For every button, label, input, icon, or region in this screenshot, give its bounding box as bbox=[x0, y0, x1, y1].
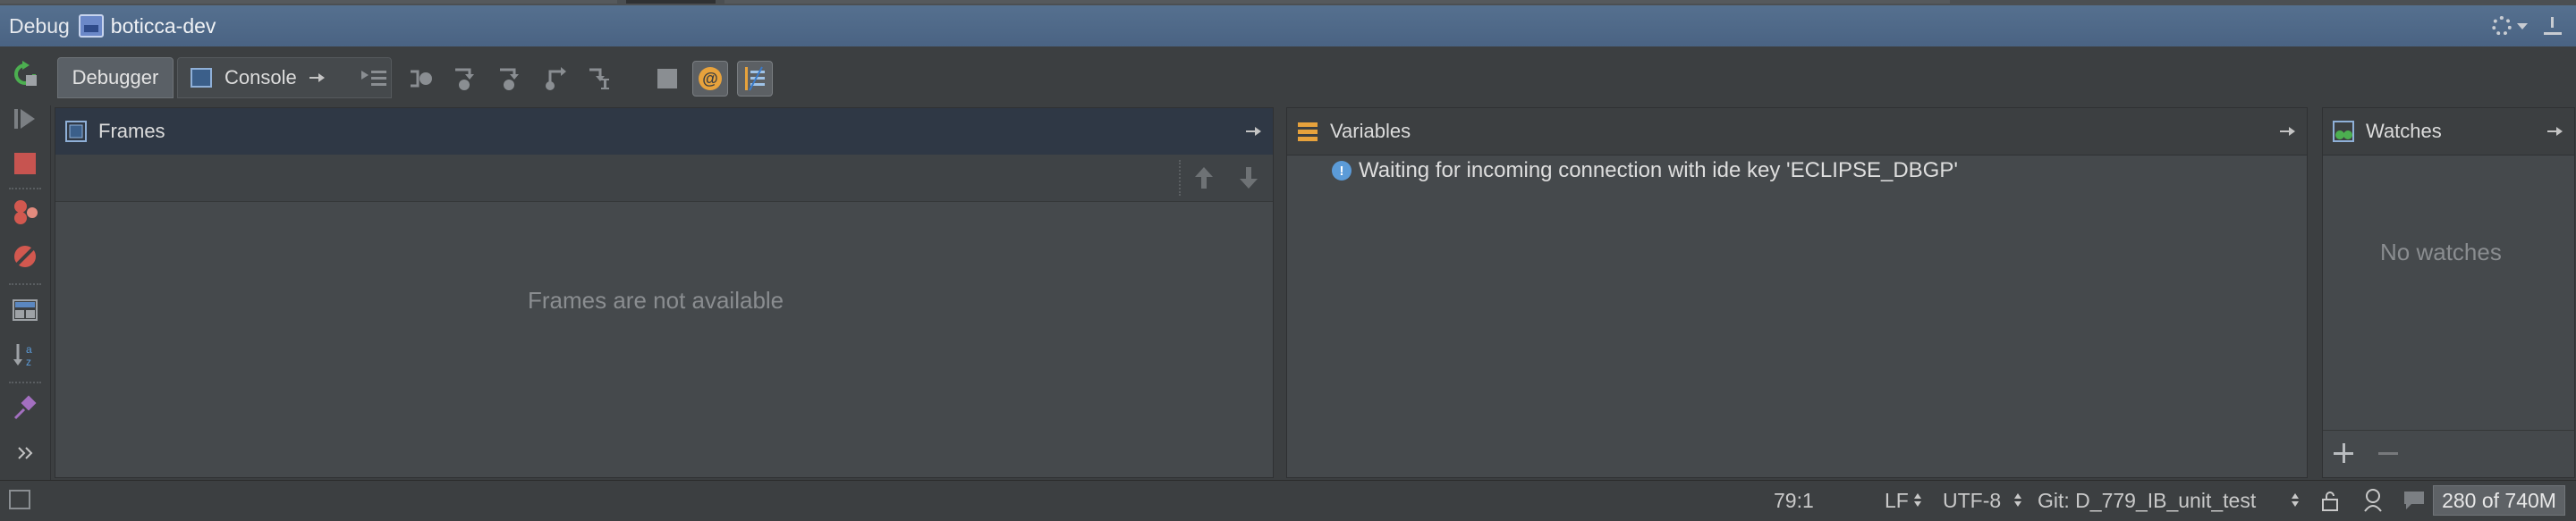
toolbar-separator bbox=[9, 188, 41, 189]
title-bar-actions bbox=[2492, 5, 2576, 46]
listen-connections-icon bbox=[745, 66, 765, 91]
status-bar: 79:1 LF UTF-8 Git: D_779_IB_unit_test 28… bbox=[0, 480, 2576, 521]
top-strip-segment-active bbox=[626, 0, 716, 4]
arrow-up-icon[interactable] bbox=[1193, 167, 1215, 189]
frames-panel: Frames Frames are not available bbox=[55, 107, 1274, 478]
frames-panel-header: Frames bbox=[55, 108, 1273, 155]
chevron-down-icon[interactable] bbox=[2517, 22, 2528, 29]
watches-empty-message: No watches bbox=[2380, 239, 2502, 265]
variables-panel-header: Variables bbox=[1287, 108, 2307, 155]
step-over-button[interactable] bbox=[402, 61, 438, 97]
line-separator[interactable]: LF bbox=[1885, 489, 1909, 513]
frames-panel-title: Frames bbox=[98, 120, 165, 142]
pin-panel-icon[interactable] bbox=[1246, 126, 1266, 137]
pin-panel-icon[interactable] bbox=[2547, 126, 2567, 137]
rerun-icon[interactable] bbox=[12, 61, 38, 88]
watches-panel-title: Watches bbox=[2366, 120, 2442, 142]
pin-panel-icon[interactable] bbox=[2280, 126, 2300, 137]
mute-breakpoints-icon[interactable] bbox=[12, 243, 38, 270]
tab-debugger[interactable]: Debugger bbox=[57, 57, 174, 98]
run-to-cursor-button[interactable] bbox=[581, 61, 617, 97]
restore-layout-icon[interactable] bbox=[12, 297, 38, 324]
remove-watch-icon[interactable] bbox=[2378, 443, 2398, 463]
toggle-tool-windows-icon[interactable] bbox=[9, 490, 30, 509]
top-strip-segment bbox=[724, 0, 1950, 4]
hide-window-icon[interactable] bbox=[2544, 17, 2562, 35]
sort-alphabetically-icon[interactable]: a z bbox=[12, 341, 38, 368]
console-icon bbox=[191, 68, 212, 88]
step-out-button[interactable] bbox=[537, 61, 572, 97]
more-icon[interactable] bbox=[12, 440, 38, 466]
tool-window-title-bar: Debug boticca-dev bbox=[0, 5, 2576, 47]
watches-panel-header: Watches bbox=[2323, 108, 2574, 155]
memory-indicator[interactable]: 280 of 740M bbox=[2433, 485, 2565, 516]
view-breakpoints-icon[interactable] bbox=[12, 198, 38, 225]
pin-tab-icon[interactable] bbox=[309, 72, 327, 83]
svg-text:z: z bbox=[26, 356, 31, 368]
vcs-branch[interactable]: Git: D_779_IB_unit_test bbox=[2038, 489, 2256, 513]
php-project-icon bbox=[78, 14, 104, 38]
arrow-down-icon[interactable] bbox=[1238, 167, 1259, 189]
tab-debugger-label: Debugger bbox=[72, 66, 159, 88]
toolbar-separator bbox=[1179, 160, 1181, 196]
svg-text:a: a bbox=[26, 343, 32, 356]
step-out-icon bbox=[546, 67, 566, 90]
gear-icon[interactable] bbox=[2492, 16, 2512, 36]
show-execution-point-icon bbox=[361, 71, 386, 86]
tool-window-title: Debug bbox=[9, 13, 70, 38]
step-into-icon bbox=[455, 68, 474, 90]
caret-position[interactable]: 79:1 bbox=[1774, 489, 1814, 513]
top-strip-segment bbox=[0, 0, 617, 4]
stop-square-icon bbox=[657, 69, 677, 88]
variables-status-message: Waiting for incoming connection with ide… bbox=[1359, 158, 1958, 182]
watches-panel: Watches No watches bbox=[2322, 107, 2575, 478]
vcs-branch-chevron-icon[interactable] bbox=[2292, 493, 2299, 508]
evaluate-expression-button[interactable]: @ bbox=[692, 61, 728, 97]
run-to-cursor-icon bbox=[589, 68, 609, 89]
variables-status-row: ! Waiting for incoming connection with i… bbox=[1332, 158, 1958, 183]
variables-panel: Variables ! Waiting for incoming connect… bbox=[1286, 107, 2308, 478]
show-execution-point-button[interactable] bbox=[356, 61, 392, 97]
force-step-into-icon bbox=[500, 68, 519, 90]
stop-debug-button[interactable] bbox=[649, 61, 685, 97]
toolbar-separator bbox=[9, 382, 41, 383]
toolbar-separator bbox=[9, 283, 41, 285]
watches-icon bbox=[2333, 121, 2354, 142]
debug-side-toolbar: a z bbox=[0, 46, 51, 480]
project-name: boticca-dev bbox=[110, 13, 216, 38]
pin-icon[interactable] bbox=[12, 395, 38, 422]
frames-toolbar bbox=[55, 155, 1273, 202]
add-watch-icon[interactable] bbox=[2334, 443, 2353, 463]
stop-icon[interactable] bbox=[12, 150, 38, 177]
lock-icon[interactable] bbox=[2320, 491, 2340, 512]
event-log-icon[interactable] bbox=[2402, 490, 2426, 511]
tab-console-label: Console bbox=[225, 66, 297, 88]
info-icon: ! bbox=[1332, 161, 1352, 181]
memory-usage: 280 of 740M bbox=[2442, 488, 2556, 512]
variables-icon bbox=[1298, 122, 1318, 141]
variables-panel-title: Variables bbox=[1330, 120, 1411, 142]
watches-toolbar bbox=[2323, 430, 2574, 477]
step-into-button[interactable] bbox=[447, 61, 483, 97]
debugger-tab-bar: Debugger Console @ bbox=[50, 46, 2576, 105]
line-separator-chevron-icon[interactable] bbox=[1914, 493, 1921, 508]
toggle-listen-connections-button[interactable] bbox=[737, 61, 773, 97]
frames-empty-message: Frames are not available bbox=[528, 287, 784, 314]
evaluate-expression-icon: @ bbox=[699, 67, 722, 90]
encoding-chevron-icon[interactable] bbox=[2014, 493, 2021, 508]
file-encoding[interactable]: UTF-8 bbox=[1943, 489, 2001, 513]
step-over-icon bbox=[411, 70, 432, 88]
force-step-into-button[interactable] bbox=[492, 61, 528, 97]
inspector-icon[interactable] bbox=[2361, 488, 2385, 513]
frames-icon bbox=[65, 121, 87, 142]
resume-icon[interactable] bbox=[12, 105, 38, 132]
